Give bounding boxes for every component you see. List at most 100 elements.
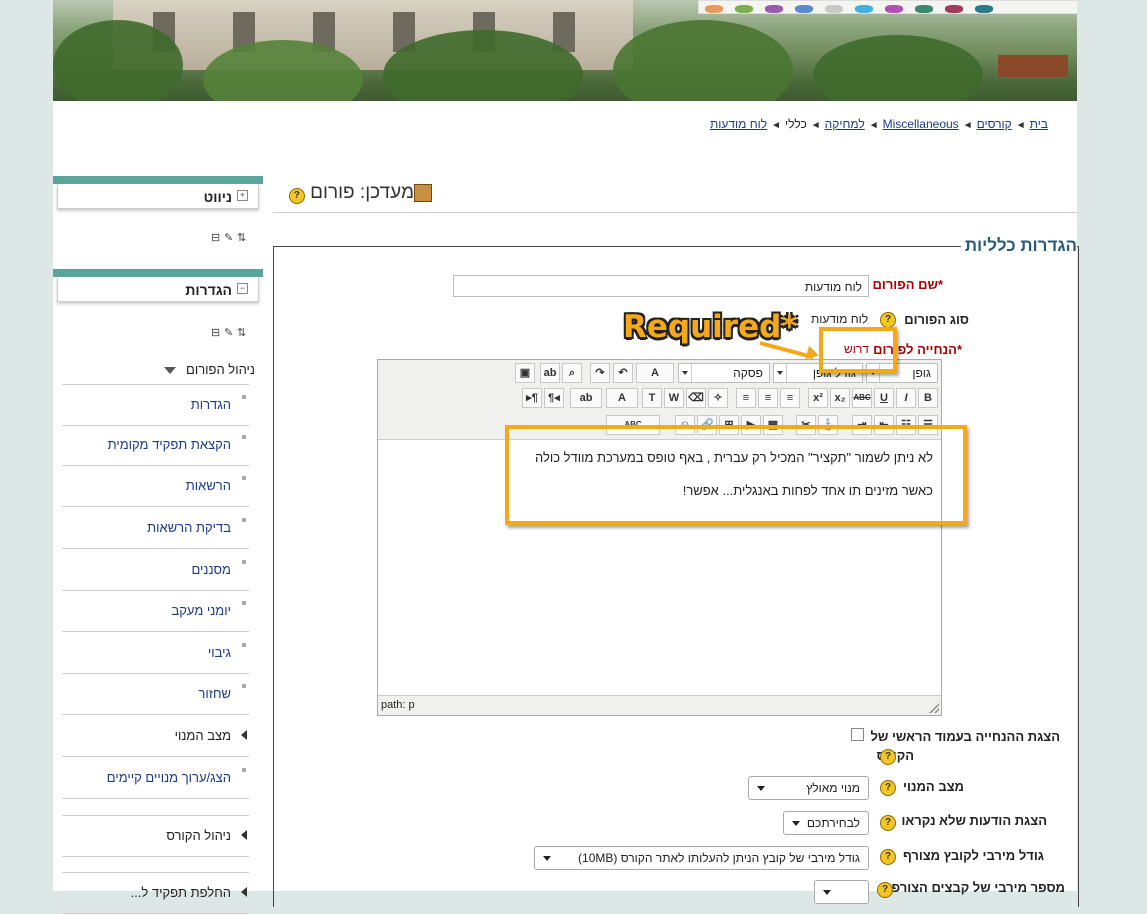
edit-icon[interactable]: ✎: [224, 326, 235, 339]
undo-icon[interactable]: ↶: [613, 363, 633, 383]
forum-name-field[interactable]: לוח מודעות: [453, 275, 869, 297]
help-icon[interactable]: ?: [288, 188, 305, 204]
max-attachment-size-select[interactable]: גודל מירבי של קובץ הניתן להעלותו לאתר הק…: [534, 846, 869, 870]
collapse-icon[interactable]: −: [237, 283, 248, 294]
bold-icon[interactable]: B: [918, 388, 938, 408]
forum-icon: [414, 183, 432, 202]
max-attachments-label: מספר מירבי של קבצים הצורפ: [891, 880, 1065, 895]
page-title: מעדכן: פורום ?: [288, 182, 432, 204]
chevron-down-icon: [543, 856, 551, 861]
navigation-block-title: ניווט: [203, 189, 232, 205]
forum-admin-heading[interactable]: ניהול הפורום: [164, 362, 255, 377]
menu-item-filters[interactable]: מסננים: [62, 550, 249, 591]
strikethrough-icon[interactable]: ABC: [852, 388, 872, 408]
menu-item-switch-role[interactable]: החלפת תפקיד ל...: [62, 872, 249, 914]
underline-icon[interactable]: U: [874, 388, 894, 408]
paste-text-icon[interactable]: T: [642, 388, 662, 408]
expand-icon[interactable]: +: [237, 190, 248, 201]
menu-item-backup[interactable]: גיבוי: [62, 633, 249, 674]
menu-item-logs[interactable]: יומני מעקב: [62, 591, 249, 632]
required-highlight-box: [819, 327, 897, 373]
redo-icon[interactable]: ↷: [590, 363, 610, 383]
dock-icon[interactable]: ⊟: [211, 231, 222, 244]
align-center-icon[interactable]: ≡: [758, 388, 778, 408]
subscription-mode-select[interactable]: מנוי מאולץ: [748, 776, 869, 800]
bench-illustration: [998, 55, 1068, 77]
breadcrumb-forum[interactable]: לוח מודעות: [710, 117, 767, 131]
subscript-icon[interactable]: x₂: [830, 388, 850, 408]
help-icon[interactable]: ?: [880, 780, 896, 796]
block-controls: ⊟ ✎ ⇅: [209, 326, 248, 339]
divider: [273, 212, 1077, 213]
rich-text-editor[interactable]: גופן גודל גופן פסקה A ↶ ↷ ⌕ ab ▣ B I U A…: [377, 359, 942, 716]
chevron-left-icon: [241, 730, 247, 740]
header-decoration-strip: [698, 0, 1077, 14]
breadcrumb-courses[interactable]: קורסים: [977, 117, 1012, 131]
breadcrumb-home[interactable]: בית: [1030, 117, 1048, 131]
chevron-down-icon: [792, 821, 800, 826]
block-controls: ⊟ ✎ ⇅: [209, 231, 248, 244]
background-color-icon[interactable]: ab: [570, 388, 602, 408]
editor-text-highlight-box: [505, 425, 967, 525]
max-attachments-select[interactable]: [814, 880, 869, 904]
unread-posts-select[interactable]: לבחירתכם: [783, 811, 869, 835]
menu-item-subscription-mode[interactable]: מצב המנוי: [62, 716, 249, 757]
superscript-icon[interactable]: x²: [808, 388, 828, 408]
menu-item-settings[interactable]: הגדרות: [62, 384, 249, 426]
menu-item-permissions[interactable]: הרשאות: [62, 466, 249, 507]
ltr-icon[interactable]: ▸¶: [522, 388, 542, 408]
breadcrumb-delete[interactable]: למחיקה: [825, 117, 865, 131]
max-attachment-size-label: גודל מירבי לקובץ מצורף: [902, 848, 1044, 863]
align-left-icon[interactable]: ≡: [780, 388, 800, 408]
text-color-icon[interactable]: A: [606, 388, 638, 408]
italic-icon[interactable]: I: [896, 388, 916, 408]
menu-item-local-role[interactable]: הקצאת תפקיד מקומית: [62, 425, 249, 466]
help-icon[interactable]: ?: [880, 312, 896, 328]
general-settings-legend[interactable]: הגדרות כלליות: [960, 236, 1077, 256]
page: בית◄קורסים◄Miscellaneous◄למחיקה◄כללי◄לוח…: [53, 0, 1079, 914]
show-intro-label-line1: הצגת ההנחייה בעמוד הראשי של: [870, 729, 1060, 744]
chevron-left-icon: [241, 887, 247, 897]
find-icon[interactable]: ⌕: [562, 363, 582, 383]
help-icon[interactable]: ?: [880, 815, 896, 831]
chevron-down-icon: [757, 786, 765, 791]
remove-format-icon[interactable]: ⌫: [686, 388, 706, 408]
menu-item-course-admin[interactable]: ניהול הקורס: [62, 815, 249, 857]
fullscreen-icon[interactable]: ▣: [515, 363, 535, 383]
move-icon[interactable]: ⇅: [237, 326, 248, 339]
find-replace-icon[interactable]: ab: [540, 363, 560, 383]
settings-block: הגדרות −: [53, 269, 263, 302]
breadcrumb-category[interactable]: Miscellaneous: [883, 117, 959, 131]
forum-type-value: לוח מודעות: [811, 312, 869, 326]
clean-up-icon[interactable]: ✧: [708, 388, 728, 408]
paste-word-icon[interactable]: W: [664, 388, 684, 408]
move-icon[interactable]: ⇅: [237, 231, 248, 244]
menu-item-check-permissions[interactable]: בדיקת הרשאות: [62, 508, 249, 549]
menu-item-restore[interactable]: שחזור: [62, 674, 249, 715]
menu-item-show-subscribers[interactable]: הצג/ערוך מנויים קיימים: [62, 758, 249, 799]
breadcrumb-current: כללי: [784, 117, 807, 131]
rtl-icon[interactable]: ¶◂: [544, 388, 564, 408]
show-intro-checkbox[interactable]: [851, 728, 864, 741]
paragraph-format-select[interactable]: פסקה: [678, 363, 770, 383]
resize-handle-icon[interactable]: [929, 703, 939, 713]
font-color-swatch-icon[interactable]: A: [636, 363, 674, 383]
navigation-block: ניווט +: [53, 176, 263, 209]
help-icon[interactable]: ?: [880, 749, 896, 765]
help-icon[interactable]: ?: [877, 882, 893, 898]
unread-posts-label: הצגת הודעות שלא נקראו: [901, 813, 1047, 828]
breadcrumb: בית◄קורסים◄Miscellaneous◄למחיקה◄כללי◄לוח…: [709, 117, 1048, 131]
required-callout: Required*: [623, 309, 798, 345]
help-icon[interactable]: ?: [880, 849, 896, 865]
edit-icon[interactable]: ✎: [224, 231, 235, 244]
forum-name-label: *שם הפורום: [872, 277, 943, 292]
forum-type-label: סוג הפורום: [904, 312, 969, 327]
settings-block-title: הגדרות: [185, 282, 232, 298]
align-right-icon[interactable]: ≡: [736, 388, 756, 408]
chevron-left-icon: [241, 830, 247, 840]
header-banner-image: [53, 0, 1077, 101]
chevron-down-icon: [164, 367, 177, 375]
dock-icon[interactable]: ⊟: [211, 326, 222, 339]
subscription-mode-label: מצב המנוי: [903, 779, 964, 794]
editor-path-bar: path: p: [378, 695, 941, 715]
